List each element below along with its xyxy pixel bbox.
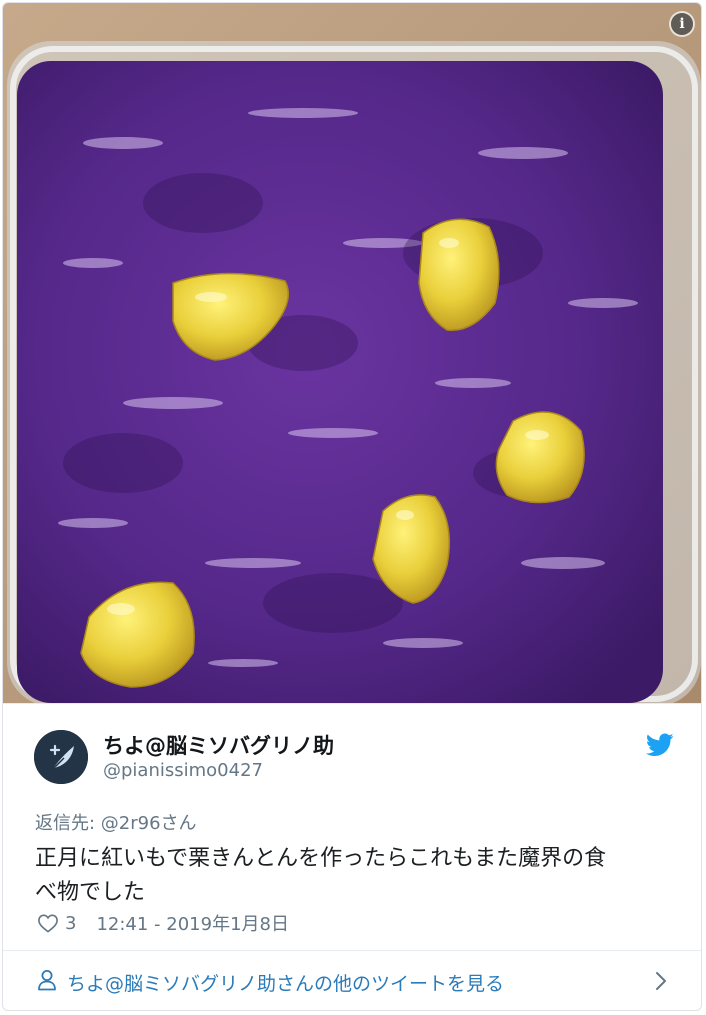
embedded-tweet-card: i ちよ@脳ミソバグリノ助 @pianissimo0427 返信先: @2r96… [2, 2, 702, 1011]
like-count[interactable]: 3 [65, 913, 76, 934]
tweet-meta: 3 12:41 - 2019年1月8日 [37, 910, 289, 936]
purple-chestnut-kinton-image [3, 3, 701, 703]
user-handle[interactable]: @pianissimo0427 [103, 760, 263, 781]
tweet-photo[interactable]: i [3, 3, 701, 703]
reply-to-line: 返信先: @2r96さん [35, 809, 197, 835]
tweet-text: 正月に紅いもで栗きんとんを作ったらこれもまた魔界の食 べ物でした [35, 842, 675, 910]
display-name[interactable]: ちよ@脳ミソバグリノ助 [103, 730, 334, 760]
tweet-body: ちよ@脳ミソバグリノ助 @pianissimo0427 返信先: @2r96さん… [3, 703, 701, 950]
tweet-text-line: 正月に紅いもで栗きんとんを作ったらこれもまた魔界の食 [35, 846, 607, 871]
twitter-bird-icon[interactable] [646, 733, 674, 757]
avatar[interactable] [34, 730, 88, 784]
info-icon[interactable]: i [671, 13, 693, 35]
reply-mention-link[interactable]: @2r96さん [101, 813, 197, 834]
reply-to-prefix: 返信先: [35, 813, 101, 834]
more-tweets-link[interactable]: ちよ@脳ミソバグリノ助さんの他のツイートを見る [3, 950, 701, 1010]
quill-plus-icon [34, 730, 88, 784]
chevron-right-icon[interactable] [655, 971, 667, 991]
tweet-text-line: べ物でした [35, 880, 146, 905]
person-icon [38, 970, 56, 991]
heart-icon[interactable] [37, 913, 59, 933]
more-tweets-label[interactable]: ちよ@脳ミソバグリノ助さんの他のツイートを見る [67, 969, 504, 996]
tweet-timestamp[interactable]: 12:41 - 2019年1月8日 [96, 910, 289, 936]
